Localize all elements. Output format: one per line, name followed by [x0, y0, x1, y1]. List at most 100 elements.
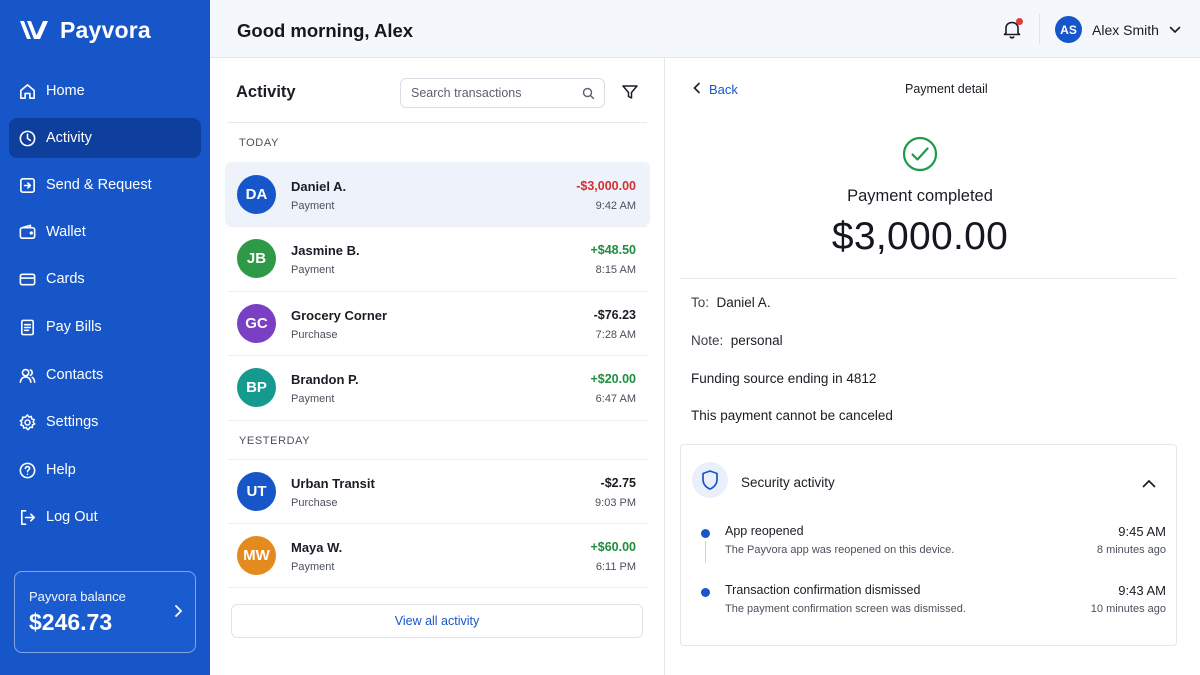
event-time: 9:43 AM [1118, 583, 1166, 598]
amount-value: 3,000.00 [853, 215, 1009, 258]
sidebar-item-label: Pay Bills [46, 319, 102, 335]
transaction-name: Jasmine B. [291, 243, 360, 258]
activity-divider [228, 122, 647, 123]
transaction-row[interactable]: BP Brandon P. Payment +$20.00 6:47 AM [225, 355, 650, 419]
search-box [400, 78, 605, 108]
check-circle-icon [902, 136, 938, 177]
transaction-row[interactable]: JB Jasmine B. Payment +$48.50 8:15 AM [225, 226, 650, 290]
transaction-name: Urban Transit [291, 476, 375, 491]
transaction-amount: +$48.50 [590, 243, 636, 257]
transaction-time: 8:15 AM [595, 264, 636, 276]
brand-name: Payvora [60, 16, 151, 43]
page-title: Payment detail [905, 82, 988, 96]
sidebar-item-home[interactable]: Home [9, 71, 201, 111]
transaction-time: 7:28 AM [595, 329, 636, 341]
filter-icon[interactable] [621, 83, 639, 106]
payvora-logo-icon [18, 18, 50, 42]
transaction-row[interactable]: UT Urban Transit Purchase -$2.75 9:03 PM [225, 459, 650, 523]
sidebar-item-activity[interactable]: Activity [9, 118, 201, 158]
sidebar-item-settings[interactable]: Settings [9, 402, 201, 442]
transaction-type: Payment [291, 561, 335, 573]
transaction-name: Brandon P. [291, 372, 359, 387]
view-all-activity-button[interactable]: View all activity [231, 604, 643, 638]
cancel-notice: This payment cannot be canceled [691, 408, 893, 423]
chevron-up-icon [1142, 475, 1156, 493]
user-menu[interactable]: AS Alex Smith [1055, 16, 1181, 43]
sidebar-item-label: Settings [46, 414, 99, 430]
greeting: Good morning, Alex [237, 20, 414, 41]
sidebar-item-wallet[interactable]: Wallet [9, 212, 201, 252]
balance-value: $246.73 [29, 609, 113, 635]
sidebar-item-send-request[interactable]: Send & Request [9, 165, 201, 205]
avatar: JB [237, 239, 276, 278]
avatar: UT [237, 472, 276, 511]
funding-source: Funding source ending in 4812 [691, 371, 877, 386]
transaction-time: 6:47 AM [595, 393, 636, 405]
security-event: App reopened The Payvora app was reopene… [681, 524, 1176, 574]
sidebar-item-log-out[interactable]: Log Out [9, 497, 201, 537]
sidebar-item-label: Send & Request [46, 177, 152, 193]
event-description: The payment confirmation screen was dism… [725, 603, 966, 615]
transaction-amount: -$2.75 [600, 476, 636, 490]
security-activity-title: Security activity [741, 475, 835, 490]
section-label-today: TODAY [239, 137, 279, 149]
sidebar: Payvora Home Activity Send & Request Wal… [0, 0, 210, 675]
sidebar-item-pay-bills[interactable]: Pay Bills [9, 307, 201, 347]
sidebar-item-cards[interactable]: Cards [9, 259, 201, 299]
home-icon [18, 82, 37, 101]
event-description: The Payvora app was reopened on this dev… [725, 544, 955, 556]
to-value: Daniel A. [716, 295, 771, 310]
note-label: Note: [691, 333, 724, 348]
transaction-row[interactable]: MW Maya W. Payment +$60.00 6:11 PM [225, 523, 650, 587]
timeline-dot [701, 529, 710, 538]
card-icon [18, 270, 37, 289]
back-label: Back [709, 82, 738, 97]
note-value: personal [730, 333, 783, 348]
brand[interactable]: Payvora [18, 14, 151, 46]
sidebar-item-contacts[interactable]: Contacts [9, 355, 201, 395]
balance-label: Payvora balance [29, 589, 126, 604]
transaction-row[interactable]: GC Grocery Corner Purchase -$76.23 7:28 … [225, 291, 650, 355]
help-icon [18, 461, 37, 480]
security-activity-card: Security activity App reopened The Payvo… [680, 444, 1177, 646]
top-bar: Good morning, Alex AS Alex Smith [210, 0, 1200, 58]
back-button[interactable]: Back [693, 82, 738, 97]
detail-divider [680, 278, 1177, 279]
transaction-amount: -$3,000.00 [576, 179, 636, 193]
sidebar-item-label: Activity [46, 130, 92, 146]
bell-icon [1001, 21, 1023, 44]
to-label: To: [691, 295, 710, 310]
gear-icon [18, 413, 37, 432]
notifications-button[interactable] [1001, 18, 1023, 40]
sidebar-item-label: Help [46, 462, 76, 478]
send-request-icon [18, 176, 37, 195]
transaction-time: 9:42 AM [595, 200, 636, 212]
sidebar-item-label: Home [46, 83, 85, 99]
event-relative-time: 8 minutes ago [1096, 544, 1166, 556]
security-event: Transaction confirmation dismissed The p… [681, 583, 1176, 633]
header-divider [1039, 14, 1040, 44]
search-icon[interactable] [582, 87, 595, 105]
event-time: 9:45 AM [1118, 524, 1166, 539]
avatar: GC [237, 304, 276, 343]
payment-status: Payment completed [847, 187, 993, 205]
sidebar-item-label: Cards [46, 271, 85, 287]
sidebar-item-label: Log Out [46, 509, 98, 525]
transaction-type: Payment [291, 393, 335, 405]
sidebar-item-help[interactable]: Help [9, 450, 201, 490]
contacts-icon [18, 366, 37, 385]
transaction-time: 6:11 PM [595, 561, 636, 573]
avatar: DA [237, 175, 276, 214]
security-activity-toggle[interactable]: Security activity [681, 445, 1176, 515]
transaction-row[interactable]: DA Daniel A. Payment -$3,000.00 9:42 AM [225, 162, 650, 226]
transaction-name: Grocery Corner [291, 308, 388, 323]
sidebar-item-label: Wallet [46, 224, 86, 240]
recipient-row: To: Daniel A. [691, 295, 771, 310]
balance-card[interactable]: Payvora balance $246.73 [14, 571, 196, 653]
transaction-type: Payment [291, 264, 335, 276]
search-input[interactable] [411, 86, 571, 100]
user-name: Alex Smith [1092, 21, 1159, 38]
bill-icon [18, 318, 37, 337]
wallet-icon [18, 223, 37, 242]
clock-icon [18, 129, 37, 148]
